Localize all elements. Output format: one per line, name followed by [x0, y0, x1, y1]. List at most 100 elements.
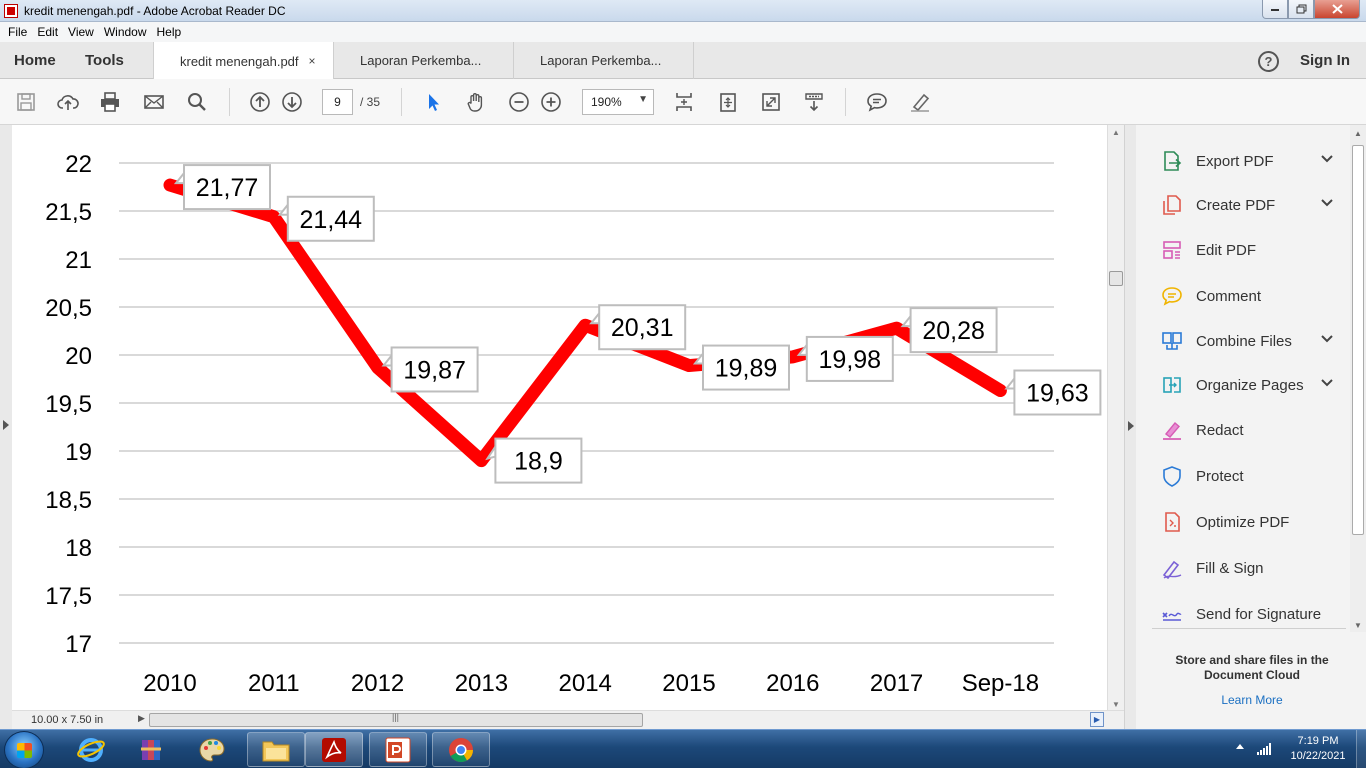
data-label-pointer [589, 310, 601, 325]
x-tick-label: Sep-18 [962, 670, 1039, 697]
menu-view[interactable]: View [68, 25, 94, 39]
tools-pane-scrollbar[interactable]: ▲ ▼ [1350, 125, 1366, 632]
tool-fill-sign[interactable]: Fill & Sign [1160, 553, 1340, 583]
scroll-right-icon[interactable]: ▶ [1090, 712, 1104, 727]
internet-explorer-icon[interactable] [62, 732, 120, 767]
tool-export-pdf[interactable]: Export PDF [1160, 146, 1340, 176]
dimensions-arrow-icon[interactable]: ▶ [138, 713, 145, 724]
vertical-scrollbar[interactable]: ▲ ▼ [1107, 125, 1124, 712]
chevron-down-icon[interactable] [1320, 198, 1334, 208]
tool-redact[interactable]: Redact [1160, 415, 1340, 445]
search-icon[interactable] [185, 90, 209, 114]
save-icon[interactable] [14, 90, 38, 114]
sign-in-link[interactable]: Sign In [1300, 52, 1350, 69]
learn-more-link[interactable]: Learn More [1156, 693, 1348, 707]
chevron-down-icon[interactable] [1320, 154, 1334, 164]
menu-help[interactable]: Help [157, 25, 182, 39]
x-tick-label: 2017 [870, 670, 923, 697]
data-label-pointer [173, 170, 185, 185]
paint-icon[interactable] [183, 732, 241, 767]
powerpoint-icon[interactable] [369, 732, 427, 767]
tool-protect[interactable]: Protect [1160, 461, 1340, 491]
highlight-pen-icon[interactable] [908, 90, 932, 114]
close-window-button[interactable] [1314, 0, 1360, 19]
scroll-down-icon[interactable]: ▼ [1354, 621, 1362, 630]
tools-pane: Export PDF Create PDF Edit PDF Comment C… [1136, 125, 1366, 729]
hand-tool-icon[interactable] [464, 90, 488, 114]
y-tick-label: 20 [65, 343, 92, 370]
restore-button[interactable] [1288, 0, 1314, 19]
chevron-down-icon: ▼ [638, 94, 648, 105]
data-label: 20,28 [922, 317, 985, 345]
x-tick-label: 2012 [351, 670, 404, 697]
scroll-mode-icon[interactable] [802, 90, 826, 114]
data-label-pointer [900, 313, 912, 328]
zoom-select[interactable]: 190% ▼ [582, 89, 654, 115]
minimize-button[interactable] [1262, 0, 1288, 19]
menu-edit[interactable]: Edit [37, 25, 58, 39]
tool-optimize-pdf[interactable]: Optimize PDF [1160, 507, 1340, 537]
start-button[interactable] [4, 731, 44, 768]
document-cloud-promo: Store and share files in the Document Cl… [1175, 653, 1329, 682]
scroll-up-icon[interactable]: ▲ [1354, 129, 1362, 138]
x-tick-label: 2011 [248, 670, 300, 697]
zoom-in-icon[interactable] [539, 90, 563, 114]
page-number-input[interactable]: 9 [322, 89, 353, 115]
left-nav-collapse[interactable] [0, 125, 12, 729]
system-clock[interactable]: 7:19 PM 10/22/2021 [1283, 734, 1353, 764]
x-tick-label: 2013 [455, 670, 508, 697]
next-page-icon[interactable] [280, 90, 304, 114]
chrome-icon[interactable] [432, 732, 490, 767]
full-screen-icon[interactable] [759, 90, 783, 114]
winrar-icon[interactable] [122, 732, 180, 767]
tab-home[interactable]: Home [14, 52, 56, 69]
tool-combine-files[interactable]: Combine Files [1160, 326, 1340, 356]
menu-window[interactable]: Window [104, 25, 147, 39]
zoom-out-icon[interactable] [507, 90, 531, 114]
horizontal-scroll-thumb[interactable]: ||| [149, 712, 643, 727]
y-tick-label: 17 [65, 631, 92, 658]
optimize-pdf-icon [1160, 510, 1184, 534]
scroll-down-icon[interactable]: ▼ [1112, 700, 1120, 709]
create-pdf-icon [1160, 193, 1184, 217]
network-signal-icon[interactable] [1257, 743, 1273, 755]
scroll-thumb[interactable] [1109, 271, 1123, 286]
scroll-up-icon[interactable]: ▲ [1112, 128, 1120, 137]
tab-tools[interactable]: Tools [85, 52, 124, 69]
print-icon[interactable] [98, 90, 122, 114]
chevron-down-icon[interactable] [1320, 334, 1334, 344]
data-label: 19,98 [819, 346, 882, 374]
file-explorer-icon[interactable] [247, 732, 305, 767]
show-hidden-icons-icon[interactable] [1236, 744, 1244, 749]
organize-pages-icon [1160, 373, 1184, 397]
doc-tab-laporan-1[interactable]: Laporan Perkemba... [334, 42, 514, 79]
tool-comment[interactable]: Comment [1160, 281, 1340, 311]
doc-tab-laporan-2[interactable]: Laporan Perkemba... [514, 42, 694, 79]
tool-send-for-signature[interactable]: Send for Signature [1160, 599, 1340, 629]
doc-tab-label: Laporan Perkemba... [540, 53, 662, 68]
chevron-down-icon[interactable] [1320, 378, 1334, 388]
show-desktop-button[interactable] [1356, 730, 1366, 768]
tool-edit-pdf[interactable]: Edit PDF [1160, 235, 1340, 265]
tool-create-pdf[interactable]: Create PDF [1160, 190, 1340, 220]
tool-organize-pages[interactable]: Organize Pages [1160, 370, 1340, 400]
comment-tool-icon[interactable] [865, 90, 889, 114]
status-bar: 10.00 x 7.50 in ▶ ||| ▶ [12, 710, 1124, 729]
previous-page-icon[interactable] [248, 90, 272, 114]
email-icon[interactable] [142, 90, 166, 114]
select-cursor-icon[interactable] [421, 90, 445, 114]
fit-page-icon[interactable] [672, 90, 696, 114]
comment-icon [1160, 284, 1184, 308]
doc-tab-kredit[interactable]: kredit menengah.pdf × [153, 42, 334, 80]
y-tick-label: 20,5 [45, 295, 92, 322]
menu-file[interactable]: File [8, 25, 27, 39]
upload-cloud-icon[interactable] [56, 90, 80, 114]
help-icon[interactable]: ? [1258, 51, 1279, 72]
toolbar-divider [229, 88, 230, 116]
right-pane-collapse[interactable] [1124, 125, 1136, 729]
tools-scroll-thumb[interactable] [1352, 145, 1364, 535]
rotate-page-icon[interactable] [716, 90, 740, 114]
data-label-pointer [381, 352, 393, 367]
acrobat-reader-taskbar-icon[interactable] [305, 732, 363, 767]
close-tab-button[interactable]: × [309, 54, 316, 68]
